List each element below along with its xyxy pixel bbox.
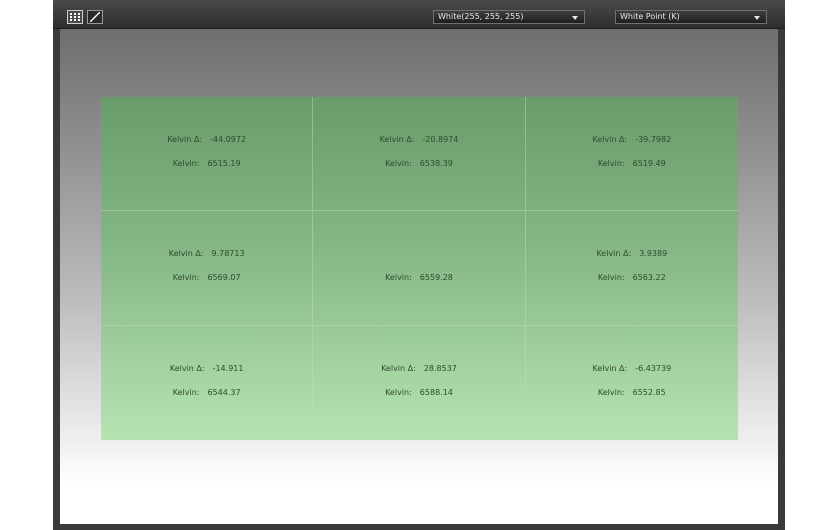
kelvin-delta-value: -39.7982 — [635, 135, 672, 144]
kelvin-value: 6515.19 — [207, 159, 241, 168]
kelvin-value: 6563.22 — [632, 273, 666, 283]
chevron-down-icon — [572, 16, 578, 20]
measurement-cell: Kelvin Δ: 9.78713 Kelvin: 6569.07 — [101, 211, 314, 326]
metric-select-value: White Point (K) — [620, 12, 680, 21]
kelvin-delta-value: -20.8974 — [422, 135, 459, 144]
kelvin-row: Kelvin: 6544.37 — [101, 388, 312, 397]
kelvin-row: Kelvin: 6552.85 — [526, 388, 738, 397]
kelvin-delta-label: Kelvin Δ: — [592, 363, 628, 373]
kelvin-value: 6538.39 — [419, 159, 453, 168]
kelvin-delta-label: Kelvin Δ: — [592, 135, 628, 144]
kelvin-label: Kelvin: — [597, 159, 625, 168]
measurement-viewport: Kelvin Δ: -44.0972 Kelvin: 6515.19 Kelvin Δ:… — [60, 29, 778, 524]
kelvin-row: Kelvin: 6563.22 — [526, 273, 738, 282]
kelvin-value: 6559.28 — [419, 273, 453, 283]
kelvin-delta-label: Kelvin Δ: — [381, 363, 416, 373]
kelvin-delta-value: 3.9389 — [639, 249, 668, 259]
kelvin-row: Kelvin: 6588.14 — [313, 388, 524, 397]
kelvin-row: Kelvin: 6569.07 — [101, 273, 312, 282]
measurement-cell: Kelvin Δ: 28.8537 Kelvin: 6588.14 — [313, 325, 526, 440]
kelvin-value: 6519.49 — [632, 159, 666, 168]
measurement-cell: Kelvin Δ: -39.7982 Kelvin: 6519.49 — [525, 97, 738, 212]
kelvin-label: Kelvin: — [597, 273, 625, 283]
kelvin-delta-label: Kelvin Δ: — [379, 135, 415, 144]
kelvin-value: 6569.07 — [207, 273, 241, 283]
kelvin-delta-label: Kelvin Δ: — [168, 249, 204, 259]
kelvin-delta-value: -14.911 — [212, 363, 244, 373]
kelvin-delta-row: Kelvin Δ: 3.9389 — [526, 249, 738, 258]
kelvin-row: Kelvin: 6559.28 — [313, 273, 524, 282]
grid-icon — [70, 13, 80, 21]
kelvin-delta-row: Kelvin Δ: -20.8974 — [313, 135, 524, 144]
kelvin-label: Kelvin: — [172, 273, 200, 283]
kelvin-label: Kelvin: — [172, 387, 200, 397]
kelvin-value: 6544.37 — [207, 387, 241, 397]
kelvin-delta-value: 28.8537 — [423, 363, 457, 373]
kelvin-delta-label: Kelvin Δ: — [167, 135, 203, 144]
gradient-view-button[interactable] — [87, 10, 103, 24]
chevron-down-icon — [754, 16, 760, 20]
kelvin-label: Kelvin: — [385, 387, 412, 397]
grid-view-button[interactable] — [67, 10, 83, 24]
measurement-cell: Kelvin Δ: -6.43739 Kelvin: 6552.85 — [526, 326, 738, 440]
kelvin-label: Kelvin: — [597, 387, 625, 397]
kelvin-label: Kelvin: — [172, 159, 200, 168]
app-window: White(255, 255, 255) White Point (K) Kel… — [53, 0, 785, 530]
toolbar: White(255, 255, 255) White Point (K) — [53, 0, 785, 29]
kelvin-label: Kelvin: — [385, 159, 412, 168]
white-point-patch-grid: Kelvin Δ: -44.0972 Kelvin: 6515.19 Kelvin Δ:… — [101, 97, 738, 440]
kelvin-delta-label: Kelvin Δ: — [169, 363, 205, 373]
kelvin-row: Kelvin: 6538.39 — [313, 159, 524, 168]
kelvin-delta-value: -44.0972 — [210, 135, 247, 144]
kelvin-delta-row: Kelvin Δ: -6.43739 — [526, 364, 738, 373]
measurement-cell: Kelvin: 6559.28 — [313, 211, 526, 326]
kelvin-value: 6552.85 — [632, 387, 666, 397]
kelvin-delta-label: Kelvin Δ: — [596, 249, 632, 259]
color-select-value: White(255, 255, 255) — [438, 12, 524, 21]
measurement-cell: Kelvin Δ: -20.8974 Kelvin: 6538.39 — [313, 97, 526, 212]
measurement-cell: Kelvin Δ: 3.9389 Kelvin: 6563.22 — [525, 211, 738, 326]
kelvin-row: Kelvin: 6519.49 — [526, 159, 738, 168]
kelvin-delta-row: Kelvin Δ: 28.8537 — [313, 364, 524, 373]
kelvin-delta-row: Kelvin Δ: 9.78713 — [101, 249, 312, 258]
measurement-cell: Kelvin Δ: -44.0972 Kelvin: 6515.19 — [101, 97, 314, 212]
metric-select[interactable]: White Point (K) — [615, 10, 767, 24]
kelvin-delta-row: Kelvin Δ: -14.911 — [101, 364, 312, 373]
color-select[interactable]: White(255, 255, 255) — [433, 10, 585, 24]
diagonal-gradient-icon — [90, 12, 100, 22]
measurement-cell: Kelvin Δ: -14.911 Kelvin: 6544.37 — [101, 325, 314, 440]
kelvin-delta-value: -6.43739 — [635, 363, 672, 373]
kelvin-row: Kelvin: 6515.19 — [101, 159, 312, 168]
kelvin-delta-value: 9.78713 — [211, 249, 245, 259]
kelvin-delta-row: Kelvin Δ: -44.0972 — [101, 135, 312, 144]
kelvin-label: Kelvin: — [385, 273, 412, 283]
kelvin-value: 6588.14 — [419, 387, 453, 397]
kelvin-delta-row: Kelvin Δ: -39.7982 — [526, 135, 738, 144]
